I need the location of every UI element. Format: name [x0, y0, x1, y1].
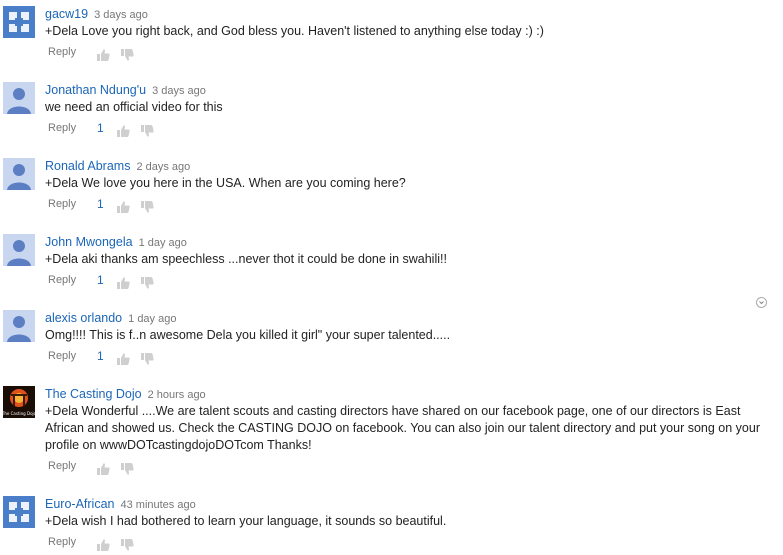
- author-name[interactable]: Euro-African: [45, 497, 114, 511]
- reply-button[interactable]: Reply: [48, 197, 76, 211]
- thumbs-down-icon[interactable]: [140, 200, 154, 217]
- like-count: 1: [97, 121, 104, 135]
- avatar[interactable]: [3, 234, 35, 266]
- comment-timestamp[interactable]: 3 days ago: [152, 85, 206, 97]
- author-name[interactable]: John Mwongela: [45, 235, 133, 249]
- avatar[interactable]: [3, 6, 35, 38]
- reply-button[interactable]: Reply: [48, 459, 76, 473]
- comment-menu-icon[interactable]: [756, 297, 767, 308]
- author-name[interactable]: Jonathan Ndung'u: [45, 83, 146, 97]
- author-name[interactable]: gacw19: [45, 7, 88, 21]
- thumbs-down-icon[interactable]: [120, 462, 134, 479]
- thumbs-up-icon[interactable]: [96, 462, 110, 479]
- thumbs-up-icon[interactable]: [116, 352, 130, 369]
- avatar[interactable]: [3, 496, 35, 528]
- comment-timestamp[interactable]: 2 days ago: [136, 161, 190, 173]
- comment-author[interactable]: The Casting Dojo 2 hours ago: [45, 386, 206, 403]
- comment-timestamp[interactable]: 3 days ago: [94, 9, 148, 21]
- comment-timestamp[interactable]: 1 day ago: [139, 237, 187, 249]
- avatar[interactable]: [3, 82, 35, 114]
- reply-button[interactable]: Reply: [48, 121, 76, 135]
- author-name[interactable]: The Casting Dojo: [45, 387, 142, 401]
- comment-text: we need an official video for this: [45, 100, 223, 114]
- avatar[interactable]: The Casting Dojo: [3, 386, 35, 418]
- comment-text: +Dela wish I had bothered to learn your …: [45, 514, 447, 528]
- comment-timestamp[interactable]: 2 hours ago: [148, 389, 206, 401]
- comment-author[interactable]: alexis orlando 1 day ago: [45, 310, 176, 327]
- thumbs-down-icon[interactable]: [140, 352, 154, 369]
- comment-author[interactable]: Jonathan Ndung'u 3 days ago: [45, 82, 206, 99]
- comment-author[interactable]: gacw19 3 days ago: [45, 6, 148, 23]
- comment-author[interactable]: John Mwongela 1 day ago: [45, 234, 187, 251]
- thumbs-down-icon[interactable]: [120, 538, 134, 555]
- comment-timestamp[interactable]: 43 minutes ago: [120, 499, 195, 511]
- avatar-caption: The Casting Dojo: [3, 411, 35, 416]
- reply-button[interactable]: Reply: [48, 349, 76, 363]
- avatar[interactable]: [3, 310, 35, 342]
- like-count: 1: [97, 273, 104, 287]
- comment-text: +Dela Wonderful ....We are talent scouts…: [45, 404, 760, 452]
- like-count: 1: [97, 197, 104, 211]
- reply-button[interactable]: Reply: [48, 535, 76, 549]
- thumbs-down-icon[interactable]: [140, 124, 154, 141]
- author-name[interactable]: alexis orlando: [45, 311, 122, 325]
- thumbs-up-icon[interactable]: [116, 124, 130, 141]
- thumbs-up-icon[interactable]: [116, 276, 130, 293]
- like-count: 1: [97, 349, 104, 363]
- comment-timestamp[interactable]: 1 day ago: [128, 313, 176, 325]
- thumbs-up-icon[interactable]: [96, 48, 110, 65]
- avatar[interactable]: [3, 158, 35, 190]
- reply-button[interactable]: Reply: [48, 273, 76, 287]
- thumbs-down-icon[interactable]: [120, 48, 134, 65]
- thumbs-up-icon[interactable]: [116, 200, 130, 217]
- comment-text: +Dela aki thanks am speechless ...never …: [45, 252, 447, 266]
- comment-author[interactable]: Euro-African 43 minutes ago: [45, 496, 196, 513]
- reply-button[interactable]: Reply: [48, 45, 76, 59]
- comment-text: Omg!!!! This is f..n awesome Dela you ki…: [45, 328, 451, 342]
- thumbs-up-icon[interactable]: [96, 538, 110, 555]
- comment-author[interactable]: Ronald Abrams 2 days ago: [45, 158, 190, 175]
- comment-text: +Dela Love you right back, and God bless…: [45, 24, 544, 38]
- author-name[interactable]: Ronald Abrams: [45, 159, 130, 173]
- comment-text: +Dela We love you here in the USA. When …: [45, 176, 406, 190]
- thumbs-down-icon[interactable]: [140, 276, 154, 293]
